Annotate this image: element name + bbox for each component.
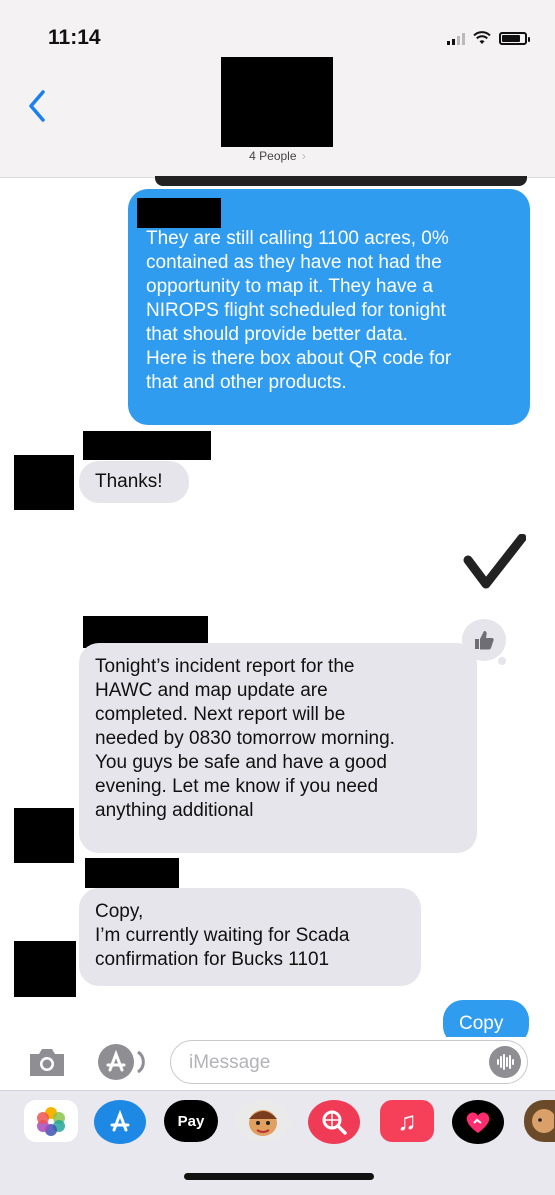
cellular-signal-icon — [447, 33, 465, 45]
photos-icon[interactable] — [24, 1100, 78, 1142]
message-bubble-incoming[interactable]: Copy, I’m currently waiting for Scada co… — [79, 888, 421, 986]
sender-name-redacted — [83, 431, 211, 460]
message-line: They are still calling 1100 acres, 0% — [146, 228, 449, 249]
message-line: I’m currently waiting for Scada — [95, 925, 350, 946]
camera-icon[interactable] — [27, 1045, 67, 1079]
music-icon[interactable]: ♫ — [380, 1100, 434, 1142]
message-line: opportunity to map it. They have a — [146, 276, 433, 297]
back-chevron-icon[interactable] — [24, 88, 52, 124]
message-line: that and other products. — [146, 372, 347, 393]
people-count-label: 4 People — [249, 149, 297, 163]
apple-pay-icon[interactable]: Pay — [164, 1100, 218, 1142]
message-line: Tonight’s incident report for the — [95, 656, 355, 677]
sender-avatar-redacted — [14, 808, 74, 863]
memoji-icon[interactable] — [236, 1100, 290, 1142]
home-indicator[interactable] — [184, 1173, 374, 1180]
message-line: needed by 0830 tomorrow morning. — [95, 728, 395, 749]
sender-avatar-redacted — [14, 455, 74, 510]
message-bubble-incoming[interactable]: Tonight’s incident report for the HAWC a… — [79, 643, 477, 853]
search-images-icon[interactable] — [308, 1100, 360, 1144]
checkmark-icon — [463, 534, 526, 589]
magnifier-globe-icon — [322, 1110, 347, 1135]
sender-name-redacted — [85, 858, 179, 888]
waveform-icon — [497, 1054, 514, 1070]
message-line: confirmation for Bucks 1101 — [95, 949, 330, 970]
conversation-header: 11:14 4 People › — [0, 0, 555, 178]
wifi-icon — [473, 31, 491, 44]
memoji-face-icon — [249, 1110, 277, 1136]
heart-touch-icon — [466, 1112, 490, 1133]
message-line: anything additional — [95, 800, 254, 821]
message-line: Here is there box about QR code for — [146, 348, 452, 369]
digital-touch-icon[interactable] — [452, 1100, 504, 1144]
message-input[interactable]: iMessage — [170, 1040, 528, 1084]
message-line: completed. Next report will be — [95, 704, 346, 725]
message-text: Thanks! — [95, 471, 163, 492]
message-line: You guys be safe and have a good — [95, 752, 387, 773]
app-store-icon[interactable] — [94, 1100, 146, 1144]
message-bubble-incoming[interactable]: Thanks! — [79, 461, 189, 503]
chevron-right-icon: › — [301, 149, 306, 163]
status-icons — [447, 31, 530, 45]
memoji-2-face-icon — [531, 1109, 554, 1133]
message-line: HAWC and map update are — [95, 680, 328, 701]
status-time: 11:14 — [48, 26, 101, 49]
sender-name-redacted — [137, 198, 221, 228]
apple-pay-label: Pay — [177, 1112, 205, 1130]
audio-record-button[interactable] — [489, 1046, 521, 1078]
tapback-reaction[interactable] — [462, 619, 506, 665]
thumbs-up-icon — [475, 631, 494, 650]
group-avatar-redacted[interactable] — [221, 57, 333, 147]
sender-avatar-redacted — [14, 941, 76, 997]
music-note-glyph: ♫ — [397, 1105, 417, 1136]
message-text: Copy — [459, 1013, 504, 1034]
photos-icon-graphic — [37, 1107, 65, 1136]
group-details-button[interactable]: 4 People › — [0, 149, 555, 163]
app-store-glyph-icon — [110, 1109, 130, 1132]
message-line: evening. Let me know if you need — [95, 776, 379, 797]
previous-message-edge — [155, 176, 527, 186]
battery-icon — [499, 32, 530, 45]
message-line: that should provide better data. — [146, 324, 408, 345]
message-line: Copy, — [95, 901, 144, 922]
memoji-2-icon[interactable] — [524, 1100, 555, 1142]
apps-icon[interactable] — [96, 1042, 148, 1082]
message-line: contained as they have not had the — [146, 252, 442, 273]
message-input-placeholder: iMessage — [189, 1052, 271, 1073]
message-line: NIROPS flight scheduled for tonight — [146, 300, 446, 321]
